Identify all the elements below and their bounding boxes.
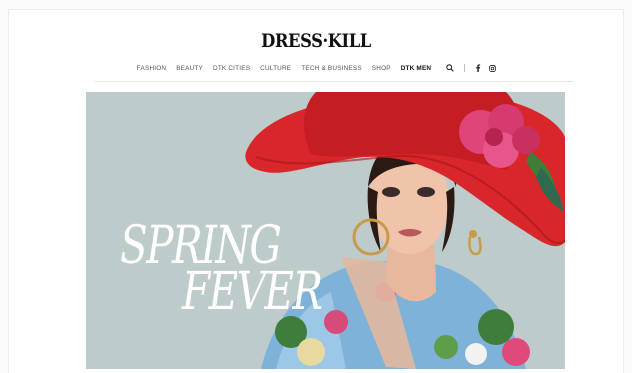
hero-headline-line2: FEVER	[182, 262, 323, 322]
nav-item-dtk-cities[interactable]: DTK CITIES	[213, 65, 250, 72]
nav-item-fashion[interactable]: FASHION	[137, 65, 166, 72]
main-nav: FASHION BEAUTY DTK CITIES CULTURE TECH &…	[9, 62, 623, 74]
nav-item-culture[interactable]: CULTURE	[260, 65, 291, 72]
site-logo[interactable]: DRESS·KILL	[52, 30, 580, 52]
hero-banner[interactable]: SPRING FEVER	[86, 92, 565, 369]
nav-item-beauty[interactable]: BEAUTY	[176, 65, 203, 72]
search-icon[interactable]	[446, 64, 454, 72]
nav-item-dtk-men[interactable]: DTK MEN	[401, 65, 432, 72]
instagram-icon[interactable]	[489, 64, 497, 72]
header-divider	[95, 81, 573, 82]
nav-item-shop[interactable]: SHOP	[372, 65, 391, 72]
nav-item-tech-business[interactable]: TECH & BUSINESS	[301, 65, 362, 72]
page: DRESS·KILL FASHION BEAUTY DTK CITIES CUL…	[0, 0, 632, 373]
nav-divider	[464, 64, 466, 72]
facebook-icon[interactable]	[475, 64, 481, 72]
